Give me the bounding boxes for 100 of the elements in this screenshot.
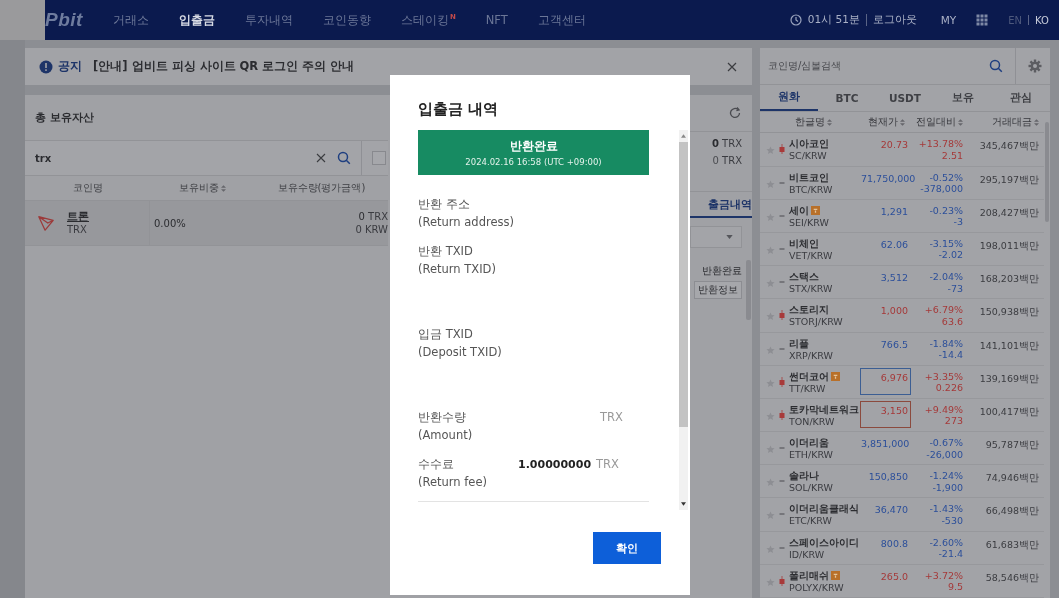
column-header[interactable]: 한글명 (760, 115, 854, 129)
sort-icon[interactable] (827, 118, 832, 126)
nav-tab[interactable]: 입출금 (178, 12, 215, 28)
search-icon[interactable] (337, 151, 351, 165)
change-amount: -26,000 (926, 448, 963, 461)
change-rate: -0.23% (929, 204, 963, 217)
column-header[interactable]: 거래대금 (963, 115, 1039, 129)
coin-name[interactable]: 썬더코어 (789, 370, 829, 383)
change-rate: +3.72% (924, 569, 963, 582)
return-info-button[interactable]: 반환정보 (694, 281, 742, 299)
price-value: 3,512 (879, 271, 909, 286)
trade-volume: 345,467백만 (978, 139, 1039, 154)
trade-volume: 150,938백만 (978, 305, 1039, 320)
nav-tab[interactable]: 고객센터 (537, 12, 586, 28)
coin-name[interactable]: 스토리지 (789, 304, 829, 317)
coin-name[interactable]: 시아코인 (789, 138, 829, 151)
settings-icon[interactable] (1028, 59, 1042, 73)
change-rate: +3.35% (924, 370, 963, 383)
unit-label: TRX (600, 410, 623, 424)
coin-symbol: TON/KRW (789, 415, 836, 428)
column-header[interactable]: 현재가 (854, 115, 905, 129)
confirm-button[interactable]: 확인 (593, 532, 661, 564)
scroll-up-icon[interactable] (681, 134, 686, 138)
coin-symbol: TRX (67, 223, 88, 236)
coin-name[interactable]: 토카막네트워크 (789, 403, 859, 416)
change-amount: -378,000 (920, 183, 963, 195)
checkbox[interactable] (372, 151, 386, 165)
my-link[interactable]: MY (940, 14, 957, 26)
close-icon[interactable] (726, 60, 738, 73)
clear-icon[interactable] (315, 152, 327, 164)
change-amount: 0.226 (935, 382, 963, 394)
market-tab[interactable]: USDT (876, 85, 934, 112)
field-label: 반환수량 (418, 410, 467, 425)
market-tab[interactable]: 관심 (992, 85, 1050, 112)
cover-block (0, 0, 45, 40)
coin-name[interactable]: 스페이스아이디 (789, 536, 859, 549)
coin-symbol: ETH/KRW (789, 449, 834, 462)
trade-volume: 61,683백만 (984, 537, 1039, 552)
notice-link[interactable]: [안내] 업비트 피싱 사이트 QR 로그인 주의 안내 (93, 59, 355, 74)
field-label: (Return address) (418, 215, 515, 229)
coin-name[interactable]: 세이 (789, 204, 809, 217)
column-header: 보유비중 (150, 181, 255, 195)
share-value: 0.00% (153, 216, 187, 231)
coin-symbol: STORJ/KRW (789, 316, 844, 329)
column-header: 코인명 (71, 181, 104, 195)
trade-volume: 295,197백만 (978, 172, 1039, 187)
coin-name[interactable]: 트론 (67, 210, 89, 223)
nav-tab[interactable]: 투자내역 (244, 12, 293, 28)
nav-tab[interactable]: 거래소 (112, 12, 149, 28)
price-value: 1,000 (879, 304, 909, 319)
status-time: 2024.02.16 16:58 (UTC +09:00) (465, 156, 602, 167)
sort-icon[interactable] (1034, 118, 1039, 126)
status-text: 반환완료 (509, 138, 558, 154)
coin-name[interactable]: 폴리매쉬 (789, 569, 829, 582)
coin-symbol: SC/KRW (789, 150, 828, 163)
coin-symbol: SOL/KRW (789, 482, 834, 495)
nav-tab[interactable]: 스테이킹$^{N}$ (400, 12, 456, 28)
scrollbar[interactable] (679, 130, 688, 510)
trade-volume: 141,101 백만 (978, 338, 1039, 353)
coin-name[interactable]: 리플 (789, 337, 809, 350)
market-tab[interactable]: 보유 (934, 85, 992, 112)
coin-name[interactable]: 이더리움클래식 (789, 503, 859, 516)
sort-icon[interactable] (221, 184, 226, 192)
session-timer: 01시 51분 (807, 13, 860, 27)
coin-name[interactable]: 비체인 (789, 237, 819, 250)
coin-name[interactable]: 스택스 (789, 271, 819, 284)
coin-symbol: VET/KRW (789, 249, 834, 262)
price-value: 36,470 (873, 503, 909, 518)
nav-tab[interactable]: NFT (485, 13, 508, 27)
coin-symbol: ETC/KRW (789, 515, 833, 528)
filter-dropdown[interactable] (690, 226, 742, 248)
market-tab[interactable]: 원화 (760, 85, 818, 112)
coin-symbol: POLYX/KRW (789, 581, 845, 594)
price-value: 766.5 (879, 337, 909, 352)
logo[interactable]: Pbit (45, 9, 83, 31)
change-rate: -1.24% (929, 470, 963, 482)
refresh-icon[interactable] (728, 106, 742, 120)
coin-name[interactable]: 비트코인 (789, 171, 829, 184)
search-field[interactable]: trx (35, 152, 305, 164)
change-rate: -2.04% (929, 271, 963, 283)
column-header[interactable]: 전일대비 (905, 115, 963, 129)
change-rate: -3.15% (929, 237, 963, 250)
scroll-down-icon[interactable] (681, 502, 686, 506)
market-tab[interactable]: BTC (818, 85, 876, 112)
coin-name[interactable]: 솔라나 (789, 470, 819, 483)
sort-icon[interactable] (900, 118, 905, 126)
change-amount: -3 (953, 216, 963, 228)
sort-icon[interactable] (958, 118, 963, 126)
coin-name[interactable]: 이더리움 (789, 437, 829, 450)
language-option[interactable]: KO (1035, 14, 1049, 26)
search-icon[interactable] (989, 59, 1003, 73)
change-amount: 9.5 (947, 581, 963, 593)
nav-tab[interactable]: 코인동향 (322, 12, 371, 28)
trade-volume: 168,203백만 (978, 272, 1039, 287)
apps-grid-icon[interactable] (976, 14, 989, 26)
search-field[interactable]: 코인명/심볼검색 (768, 59, 977, 73)
logout-link[interactable]: 로그아웃 (872, 13, 917, 27)
coin-logo-icon (37, 214, 55, 232)
holding-amount: 0 TRX (358, 210, 388, 223)
balance-value: 0 TRX (711, 138, 742, 149)
